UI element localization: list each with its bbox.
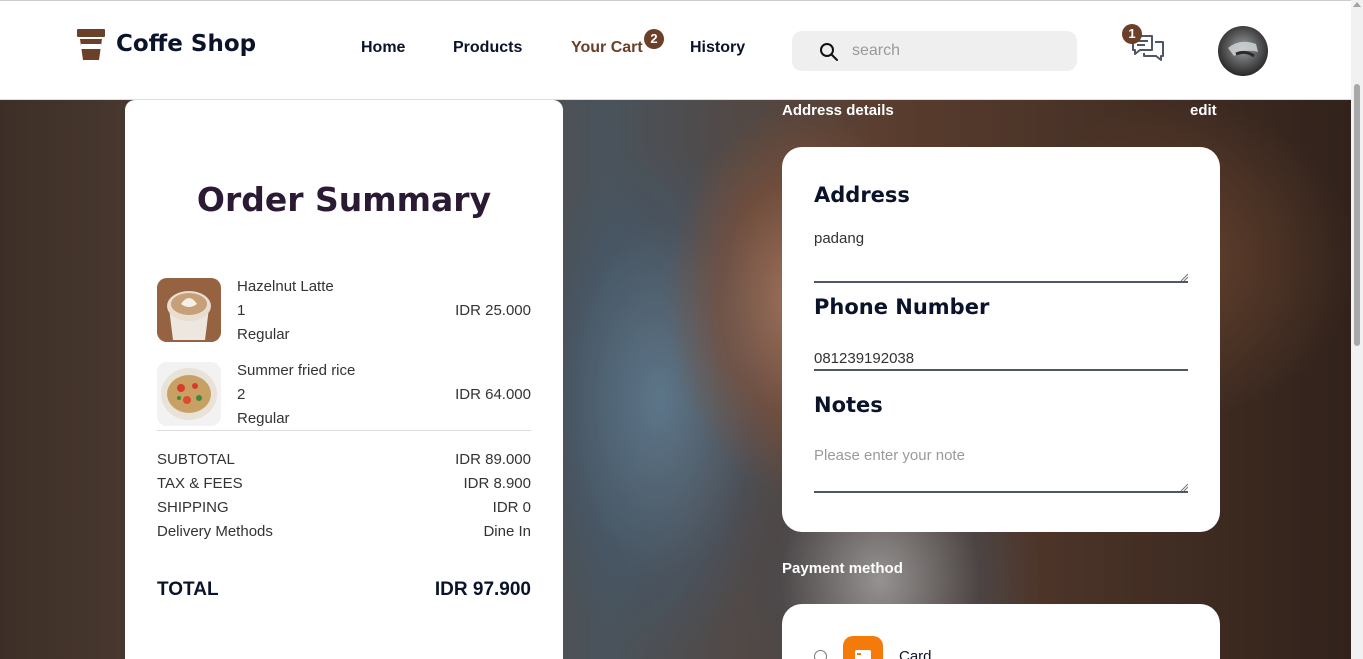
phone-number-title: Phone Number [814, 295, 990, 319]
notes-underline [814, 491, 1188, 493]
scrollbar-thumb[interactable] [1354, 84, 1360, 346]
brand-logo[interactable]: Coffe Shop [76, 27, 256, 61]
order-summary-card: Order Summary Hazelnut Latte 1 Regular I… [125, 100, 563, 659]
row-value: IDR 89.000 [455, 451, 531, 468]
phone-number-field[interactable]: 081239192038 [814, 350, 1188, 367]
total-row: TOTAL IDR 97.900 [157, 579, 531, 601]
item-size: Regular [237, 326, 290, 343]
summary-divider [157, 430, 531, 431]
cart-count-badge: 2 [644, 29, 664, 49]
row-label: TAX & FEES [157, 475, 243, 492]
address-title: Address [814, 183, 910, 207]
row-label: Delivery Methods [157, 523, 273, 540]
coffee-cup-icon [76, 27, 106, 61]
top-navbar: Coffe Shop Home Products Your Cart 2 His… [0, 0, 1351, 100]
delivery-method-row: Delivery Methods Dine In [157, 523, 531, 540]
nav-history[interactable]: History [690, 39, 745, 57]
row-value: Dine In [483, 523, 531, 540]
payment-card-radio[interactable] [814, 650, 827, 659]
tax-fees-row: TAX & FEES IDR 8.900 [157, 475, 531, 492]
notes-field[interactable] [814, 447, 1188, 487]
notes-title: Notes [814, 393, 883, 417]
nav-your-cart[interactable]: Your Cart [571, 39, 643, 57]
nav-products[interactable]: Products [453, 39, 522, 57]
search-icon[interactable] [819, 42, 839, 67]
item-price: IDR 25.000 [455, 302, 531, 319]
hazelnut-latte-image [157, 278, 221, 342]
row-label: SUBTOTAL [157, 451, 235, 468]
order-summary-title: Order Summary [196, 180, 492, 219]
chat-count-badge: 1 [1122, 24, 1142, 44]
card-icon [843, 636, 883, 659]
item-price: IDR 64.000 [455, 386, 531, 403]
item-name: Hazelnut Latte [237, 278, 334, 295]
payment-method-card: Card [782, 604, 1220, 659]
resize-grip-icon[interactable] [1180, 483, 1188, 491]
item-name: Summer fried rice [237, 362, 356, 379]
cart-item: Hazelnut Latte 1 Regular IDR 25.000 [157, 278, 531, 348]
payment-method-label: Payment method [782, 560, 903, 577]
address-underline [814, 281, 1188, 283]
total-label: TOTAL [157, 579, 219, 600]
row-value: IDR 8.900 [463, 475, 531, 492]
address-details-label: Address details [782, 102, 894, 119]
item-quantity: 1 [237, 302, 246, 319]
address-field[interactable]: padang [814, 230, 1188, 247]
nav-home[interactable]: Home [361, 39, 405, 57]
item-size: Regular [237, 410, 290, 427]
row-label: SHIPPING [157, 499, 229, 516]
phone-underline [814, 369, 1188, 371]
total-value: IDR 97.900 [434, 579, 531, 600]
scroll-up-arrow-icon[interactable] [1353, 2, 1361, 7]
address-card: Address padang Phone Number 081239192038… [782, 147, 1220, 532]
edit-address-link[interactable]: edit [1190, 102, 1217, 119]
item-quantity: 2 [237, 386, 246, 403]
brand-name: Coffe Shop [116, 31, 257, 57]
shipping-row: SHIPPING IDR 0 [157, 499, 531, 516]
resize-grip-icon[interactable] [1180, 273, 1188, 281]
page-scrollbar[interactable] [1351, 0, 1363, 659]
fried-rice-image [157, 362, 221, 426]
user-avatar[interactable] [1218, 26, 1268, 76]
search-input[interactable] [852, 39, 1052, 63]
row-value: IDR 0 [492, 499, 531, 516]
subtotal-row: SUBTOTAL IDR 89.000 [157, 451, 531, 468]
payment-option-label[interactable]: Card [899, 648, 932, 659]
search-bar [792, 31, 1077, 71]
cart-item: Summer fried rice 2 Regular IDR 64.000 [157, 362, 531, 432]
